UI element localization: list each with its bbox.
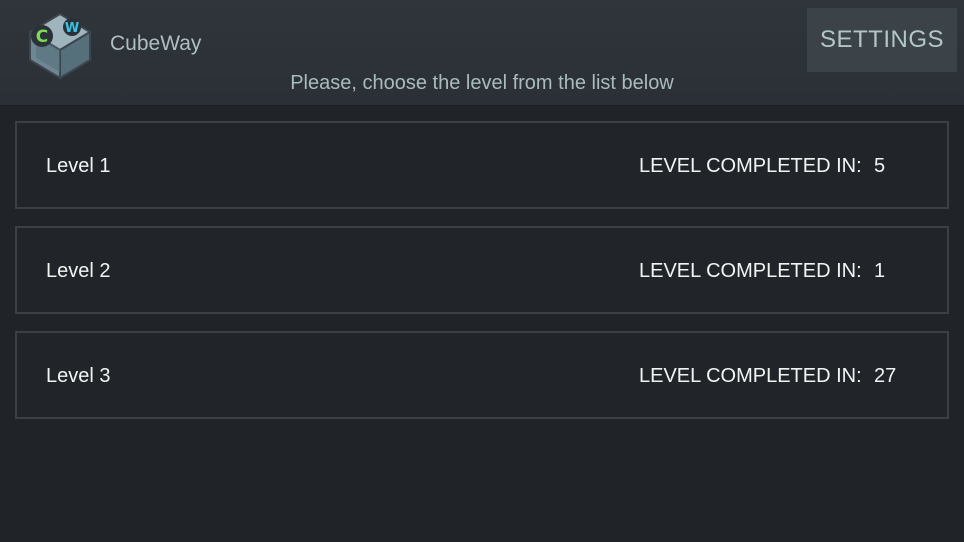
svg-text:W: W [65, 21, 79, 36]
level-name: Level 3 [46, 365, 111, 387]
level-completed-value: 1 [874, 260, 886, 282]
level-completed-value: 5 [874, 155, 886, 177]
page-subtitle: Please, choose the level from the list b… [290, 72, 674, 94]
app-title: CubeWay [110, 32, 202, 55]
level-row-1[interactable]: Level 1 LEVEL COMPLETED IN: 5 [15, 121, 949, 209]
level-status-label: LEVEL COMPLETED IN: [639, 155, 862, 177]
level-row-3[interactable]: Level 3 LEVEL COMPLETED IN: 27 [15, 331, 949, 419]
svg-text:C: C [36, 27, 48, 47]
level-status-label: LEVEL COMPLETED IN: [639, 365, 862, 387]
level-name: Level 1 [46, 155, 111, 177]
level-status-label: LEVEL COMPLETED IN: [639, 260, 862, 282]
app-header: C W CubeWay SETTINGS Please, choose the … [0, 0, 964, 106]
level-row-2[interactable]: Level 2 LEVEL COMPLETED IN: 1 [15, 226, 949, 314]
settings-button[interactable]: SETTINGS [807, 8, 957, 72]
level-completed-value: 27 [874, 365, 897, 387]
cubeway-logo-icon: C W [28, 12, 92, 80]
level-name: Level 2 [46, 260, 111, 282]
